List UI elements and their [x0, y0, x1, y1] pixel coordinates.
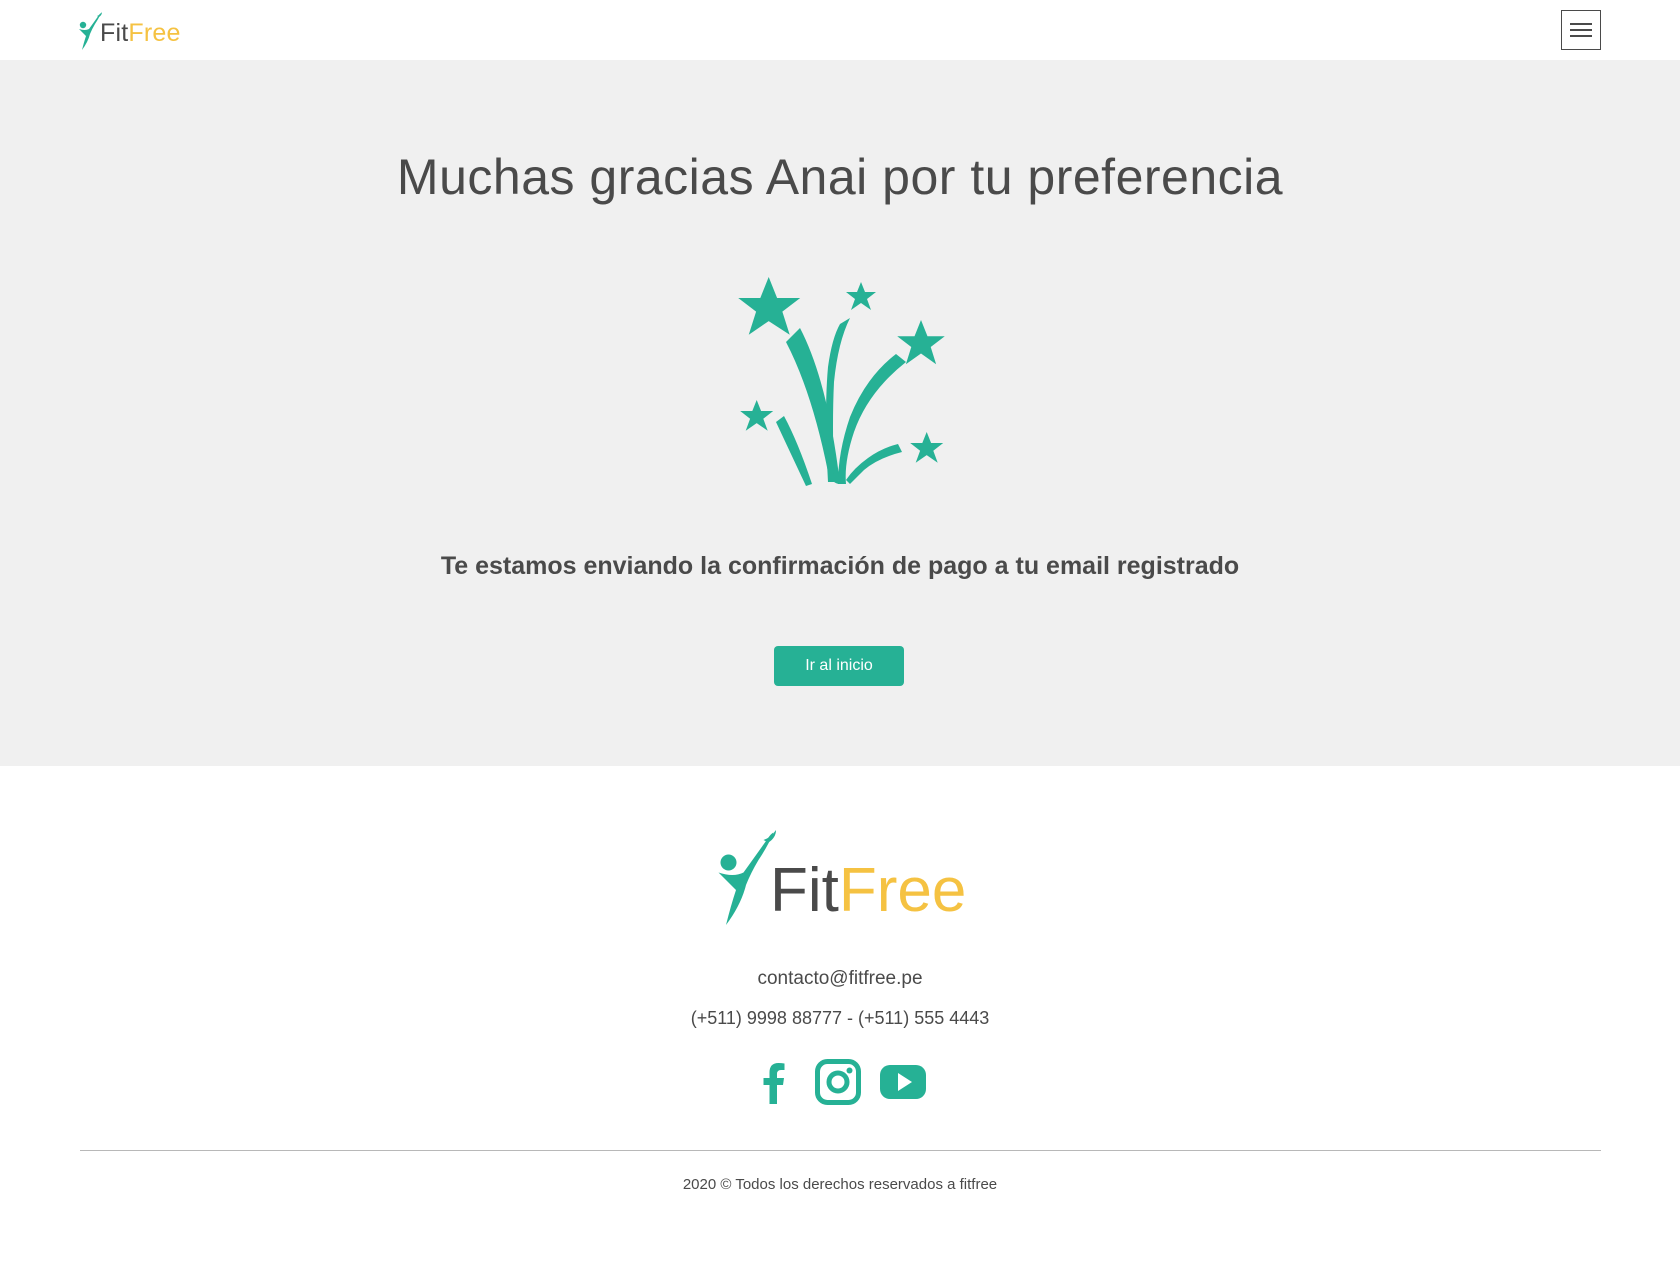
social-links: [750, 1058, 930, 1108]
menu-bar: [1570, 23, 1592, 25]
logo-free-text: Free: [838, 856, 967, 925]
footer-logo: FitFree: [716, 828, 966, 932]
header-logo-text: FitFree: [100, 21, 181, 46]
logo-fit-text: Fit: [100, 19, 129, 47]
payment-confirmation-message: Te estamos enviando la confirmación de p…: [440, 552, 1240, 580]
runner-icon: [79, 12, 102, 50]
hamburger-menu-button[interactable]: [1561, 10, 1601, 50]
go-home-button[interactable]: Ir al inicio: [774, 646, 904, 686]
menu-bar: [1570, 35, 1592, 37]
copyright-text: 2020 © Todos los derechos reservados a f…: [682, 1176, 998, 1193]
fireworks-icon: [738, 277, 945, 486]
thank-you-section: Muchas gracias Anai por tu preferencia T…: [0, 60, 1680, 766]
footer-logo-text: FitFree: [770, 860, 966, 922]
site-header: FitFree: [0, 0, 1680, 60]
contact-email[interactable]: contacto@fitfree.pe: [0, 968, 1680, 990]
header-logo[interactable]: FitFree: [78, 8, 181, 52]
site-footer: FitFree contacto@fitfree.pe (+511) 9998 …: [0, 766, 1680, 1266]
facebook-icon[interactable]: [750, 1058, 798, 1106]
footer-divider: [80, 1150, 1601, 1151]
youtube-icon[interactable]: [879, 1058, 927, 1106]
page-title: Muchas gracias Anai por tu preferencia: [396, 149, 1284, 205]
menu-bar: [1570, 29, 1592, 31]
contact-phones: (+511) 9998 88777 - (+511) 555 4443: [690, 1008, 990, 1028]
instagram-icon[interactable]: [814, 1058, 862, 1106]
logo-fit-text: Fit: [770, 856, 839, 925]
logo-free-text: Free: [128, 19, 181, 47]
runner-icon: [718, 830, 776, 925]
